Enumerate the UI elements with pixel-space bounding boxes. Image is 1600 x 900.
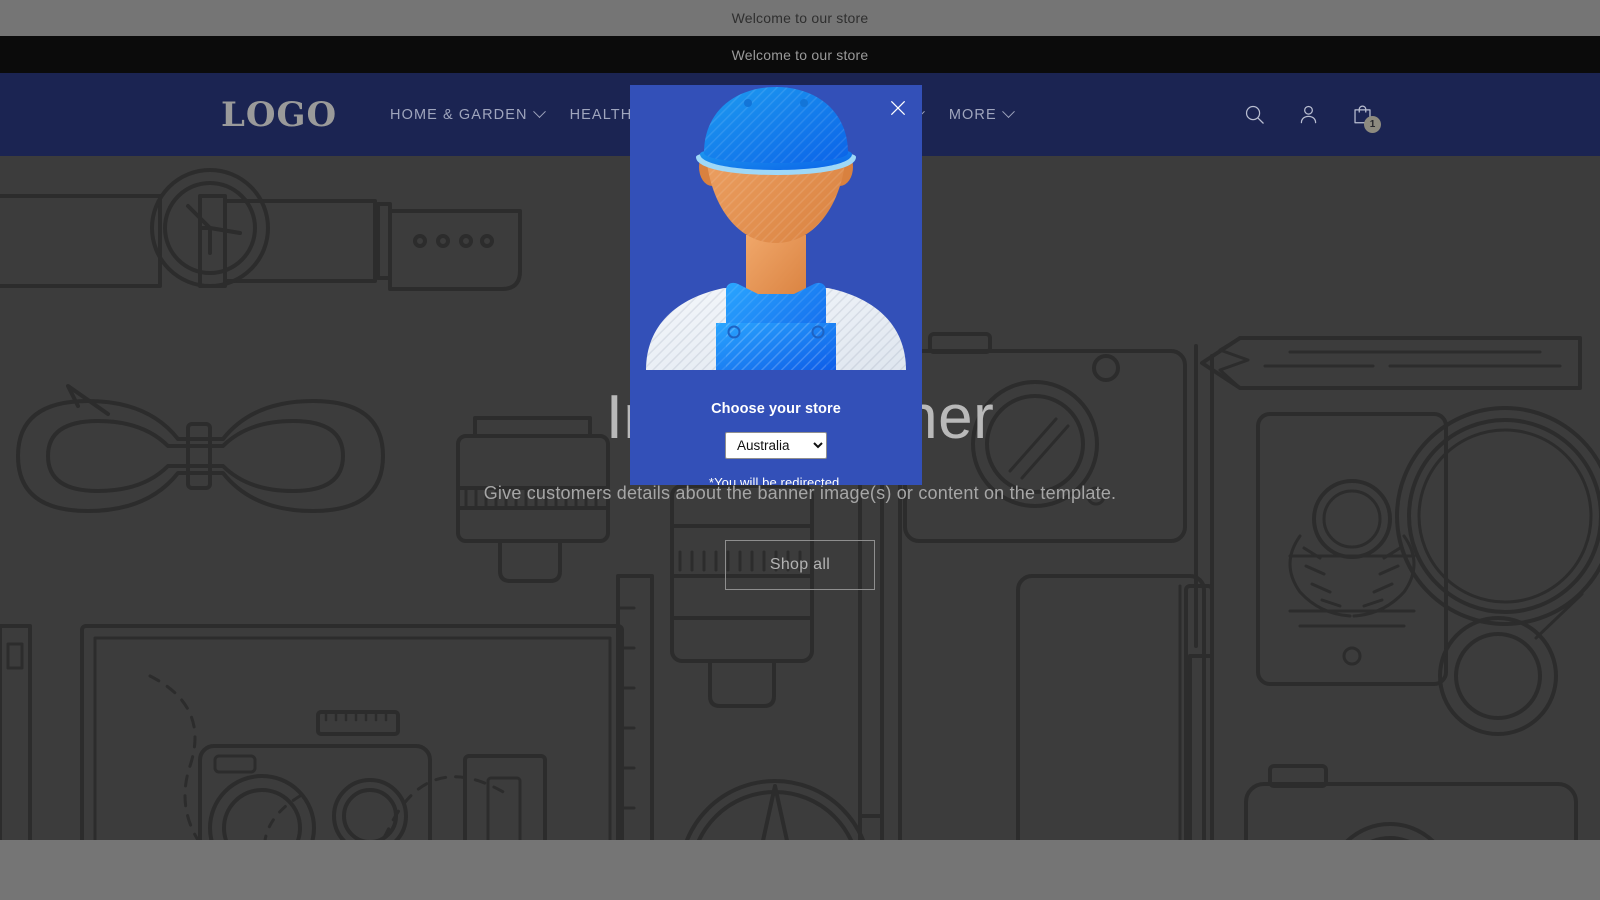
nav-label: HOME & GARDEN (390, 107, 528, 123)
store-select[interactable]: Australia (725, 432, 827, 459)
announcement-bar-secondary: Welcome to our store (0, 36, 1600, 73)
site-logo[interactable]: LOGO (221, 98, 337, 132)
cart-button[interactable]: 1 (1346, 99, 1378, 131)
next-section-strip (0, 840, 1600, 900)
modal-note: *You will be redirected. (709, 475, 843, 485)
nav-item-more[interactable]: MORE (949, 107, 1013, 123)
header-actions: 1 (1238, 99, 1378, 131)
search-button[interactable] (1238, 99, 1270, 131)
announcement-bar-top: Welcome to our store (0, 0, 1600, 36)
modal-title: Choose your store (711, 401, 841, 417)
nav-item-home-and-garden[interactable]: HOME & GARDEN (390, 107, 544, 123)
search-icon (1243, 103, 1266, 126)
worker-avatar-illustration (630, 85, 922, 370)
cart-count-badge: 1 (1364, 116, 1381, 133)
modal-close-button[interactable] (884, 94, 912, 122)
announcement-text-1: Welcome to our store (732, 10, 869, 26)
nav-label: MORE (949, 107, 997, 123)
modal-body: Choose your store Australia *You will be… (630, 370, 922, 485)
announcement-text-2: Welcome to our store (732, 47, 869, 63)
close-icon (889, 99, 907, 117)
chevron-down-icon (533, 105, 546, 118)
store-chooser-modal: Choose your store Australia *You will be… (630, 85, 922, 485)
shop-all-button[interactable]: Shop all (725, 540, 875, 590)
account-icon (1297, 103, 1320, 126)
account-button[interactable] (1292, 99, 1324, 131)
hero-subtitle: Give customers details about the banner … (484, 483, 1117, 504)
chevron-down-icon (1002, 105, 1015, 118)
